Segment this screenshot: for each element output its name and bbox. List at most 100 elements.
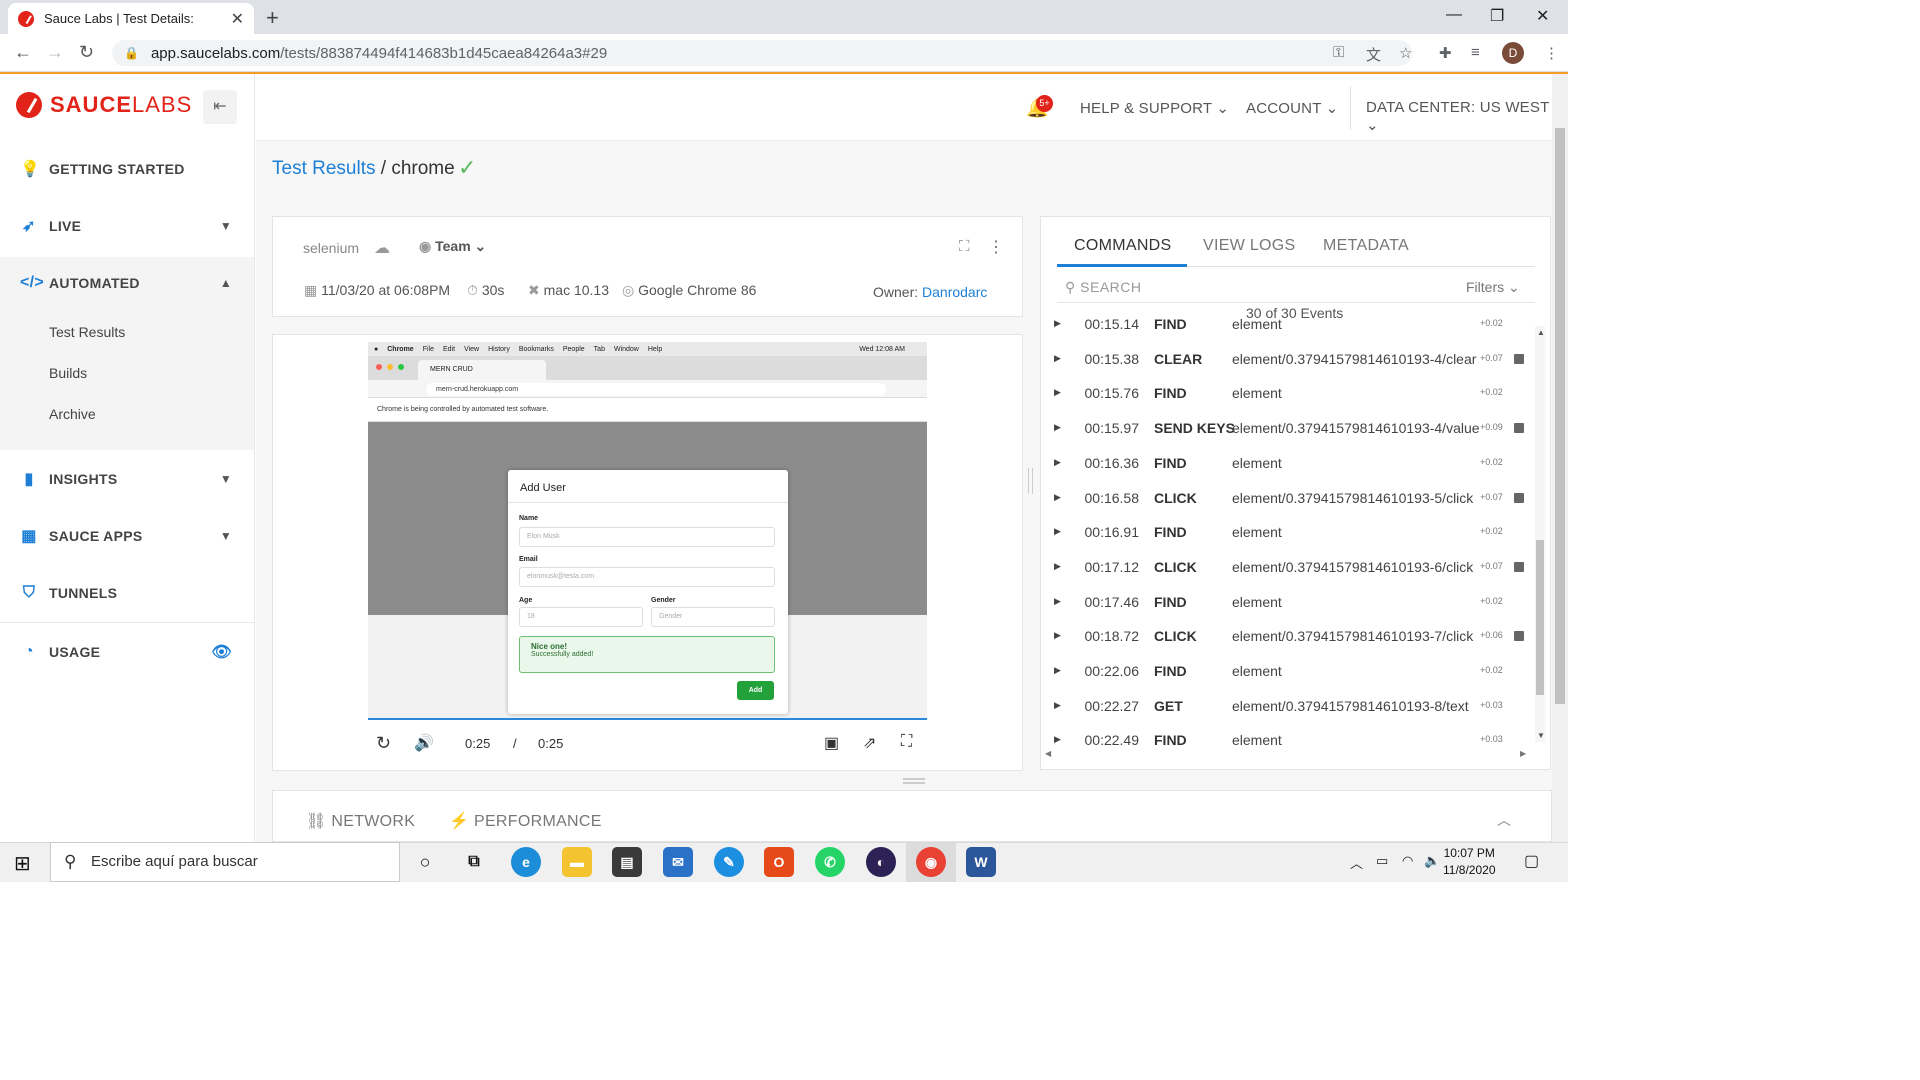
close-window-icon[interactable]: ✕	[1536, 6, 1549, 26]
browser-tab[interactable]: Sauce Labs | Test Details: ✕	[8, 3, 254, 34]
forward-icon[interactable]: →	[46, 42, 64, 63]
close-tab-icon[interactable]: ✕	[231, 9, 244, 29]
sidebar-item-usage[interactable]: ◔ USAGE 👁	[0, 628, 254, 676]
chrome-taskbar-icon[interactable]: ◉	[916, 847, 946, 877]
edge-icon[interactable]: e	[511, 847, 541, 877]
sidebar-item-getting-started[interactable]: 💡 GETTING STARTED	[0, 145, 254, 193]
owner-link[interactable]: Danrodarc	[922, 284, 987, 300]
more-options-icon[interactable]: ⋮	[988, 237, 1004, 257]
office-icon[interactable]: O	[764, 847, 794, 877]
expand-row-icon[interactable]: ▶	[1054, 734, 1061, 745]
tab-performance[interactable]: ⚡ PERFORMANCE	[449, 811, 602, 831]
volume-icon[interactable]: 🔊	[414, 733, 434, 753]
command-row[interactable]: ▶ 00:17.46 FIND element +0.02	[1048, 586, 1533, 621]
command-row[interactable]: ▶ 00:15.76 FIND element +0.02	[1048, 377, 1533, 412]
profile-avatar[interactable]: D	[1502, 42, 1524, 64]
command-row[interactable]: ▶ 00:18.72 CLICK element/0.3794157981461019…	[1048, 620, 1533, 655]
extensions-icon[interactable]: ✚	[1439, 44, 1452, 62]
star-icon[interactable]: ☆	[1399, 44, 1412, 62]
file-explorer-icon[interactable]: ▬	[562, 847, 592, 877]
expand-row-icon[interactable]: ▶	[1054, 387, 1061, 398]
command-row[interactable]: ▶ 00:22.49 FIND element +0.03	[1048, 724, 1533, 748]
tab-network[interactable]: ⛓ NETWORK	[306, 811, 415, 831]
help-support-menu[interactable]: HELP & SUPPORT ⌄	[1080, 99, 1229, 117]
expand-row-icon[interactable]: ▶	[1054, 422, 1061, 433]
key-icon[interactable]: ⚿	[1333, 44, 1344, 61]
screenshot-icon[interactable]	[1514, 561, 1524, 572]
expand-row-icon[interactable]: ▶	[1054, 492, 1061, 503]
command-row[interactable]: ▶ 00:16.58 CLICK element/0.3794157981461019…	[1048, 482, 1533, 517]
wifi-icon[interactable]: ◠	[1402, 853, 1413, 869]
translate-icon[interactable]: 文	[1366, 44, 1381, 65]
picture-in-picture-icon[interactable]: ▣	[824, 733, 839, 753]
command-row[interactable]: ▶ 00:17.12 CLICK element/0.3794157981461019…	[1048, 551, 1533, 586]
page-scroll-thumb[interactable]	[1555, 128, 1565, 704]
back-icon[interactable]: ←	[14, 42, 32, 63]
sidebar-subitem-builds[interactable]: Builds	[49, 365, 87, 381]
command-row[interactable]: ▶ 00:22.27 GET element/0.37941579814610193-…	[1048, 690, 1533, 725]
tab-view-logs[interactable]: VIEW LOGS	[1203, 237, 1296, 255]
resize-handle[interactable]	[903, 778, 925, 784]
speaker-icon[interactable]: 🔈	[1424, 853, 1440, 869]
datacenter-menu[interactable]: DATA CENTER: US WEST 1 ⌄	[1366, 99, 1568, 134]
windows-start-icon[interactable]: ⊞	[14, 851, 31, 876]
sidebar-item-automated[interactable]: </> AUTOMATED ▲	[0, 259, 254, 307]
reload-icon[interactable]: ↻	[79, 42, 94, 63]
command-list-scroll-thumb[interactable]	[1536, 540, 1544, 695]
chevron-up-icon[interactable]: ︿	[1497, 810, 1511, 830]
cortana-icon[interactable]: ○	[410, 847, 440, 877]
expand-row-icon[interactable]: ▶	[1054, 561, 1061, 572]
taskbar-search-input[interactable]: ⚲ Escribe aquí para buscar	[50, 842, 400, 882]
address-bar[interactable]: 🔒 app.saucelabs.com /tests/883874494f414…	[112, 40, 1412, 66]
sidebar-subitem-archive[interactable]: Archive	[49, 406, 96, 422]
expand-row-icon[interactable]: ▶	[1054, 630, 1061, 641]
command-row[interactable]: ▶ 00:16.91 FIND element +0.02	[1048, 516, 1533, 551]
sidebar-subitem-test-results[interactable]: Test Results	[49, 324, 125, 340]
account-menu[interactable]: ACCOUNT ⌄	[1246, 99, 1338, 117]
fullscreen-video-icon[interactable]: ⛶	[901, 733, 912, 751]
store-icon[interactable]: ▤	[612, 847, 642, 877]
notifications-icon[interactable]: ▢	[1524, 851, 1539, 871]
tray-chevron-up-icon[interactable]: ︿	[1350, 853, 1363, 872]
scroll-right-icon[interactable]: ▶	[1520, 749, 1526, 758]
scroll-down-icon[interactable]: ▼	[1537, 731, 1545, 740]
scroll-up-icon[interactable]: ▲	[1537, 328, 1545, 337]
expand-row-icon[interactable]: ▶	[1054, 457, 1061, 468]
fullscreen-icon[interactable]: ⛶	[959, 238, 970, 255]
sidebar-item-tunnels[interactable]: ⛉ TUNNELS	[0, 569, 254, 617]
whatsapp-icon[interactable]: ✆	[815, 847, 845, 877]
open-external-icon[interactable]: ⇗	[863, 733, 876, 753]
collapse-sidebar-button[interactable]: ⇤	[203, 90, 237, 124]
screenshot-icon[interactable]	[1514, 423, 1524, 434]
screenshot-icon[interactable]	[1514, 631, 1524, 642]
screenshot-icon[interactable]	[1514, 492, 1524, 503]
command-row[interactable]: ▶ 00:16.36 FIND element +0.02	[1048, 447, 1533, 482]
command-row[interactable]: ▶ 00:15.38 CLEAR element/0.3794157981461019…	[1048, 343, 1533, 378]
browser-menu-icon[interactable]: ⋮	[1544, 44, 1559, 62]
breadcrumb-test-results-link[interactable]: Test Results	[272, 158, 375, 179]
taskbar-clock[interactable]: 10:07 PM 11/8/2020	[1443, 845, 1496, 879]
command-search-input[interactable]: ⚲ SEARCH	[1065, 279, 1142, 296]
scroll-left-icon[interactable]: ◀	[1045, 749, 1051, 758]
sidebar-item-insights[interactable]: ▮ INSIGHTS ▼	[0, 455, 254, 503]
command-row[interactable]: ▶ 00:22.06 FIND element +0.02	[1048, 655, 1533, 690]
visibility-dropdown[interactable]: ◉ Team ⌄	[419, 238, 486, 255]
tab-metadata[interactable]: METADATA	[1323, 237, 1409, 255]
panel-splitter[interactable]	[1028, 468, 1033, 494]
command-row[interactable]: ▶ 00:15.97 SEND KEYS element/0.379415798146…	[1048, 412, 1533, 447]
expand-row-icon[interactable]: ▶	[1054, 596, 1061, 607]
task-view-icon[interactable]: ⧉	[459, 847, 489, 877]
expand-row-icon[interactable]: ▶	[1054, 700, 1061, 711]
expand-row-icon[interactable]: ▶	[1054, 665, 1061, 676]
sidebar-item-sauce-apps[interactable]: ▦ SAUCE APPS ▼	[0, 512, 254, 560]
replay-icon[interactable]: ↻	[376, 733, 391, 754]
maximize-icon[interactable]: ❐	[1490, 6, 1504, 26]
saucelabs-logo[interactable]: SAUCELABS	[16, 92, 192, 118]
eye-icon[interactable]: 👁	[211, 642, 232, 662]
video-progress-bar[interactable]	[368, 718, 927, 720]
filters-dropdown[interactable]: Filters ⌄	[1466, 279, 1520, 296]
screenshot-icon[interactable]	[1514, 353, 1524, 364]
word-icon[interactable]: W	[966, 847, 996, 877]
reading-list-icon[interactable]: ≡	[1471, 44, 1480, 61]
sidebar-item-live[interactable]: ➶ LIVE ▼	[0, 202, 254, 250]
